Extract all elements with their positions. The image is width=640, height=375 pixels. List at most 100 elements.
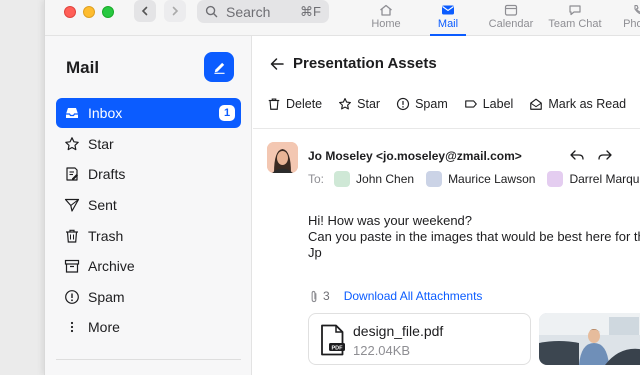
attachments-header: 3 Download All Attachments [308,289,482,303]
recipient-chip[interactable]: Darrel Marquez [547,171,640,187]
tab-team-chat-label: Team Chat [548,18,602,30]
drafts-icon [66,167,78,181]
pencil-icon [213,62,225,74]
file-size: 122.04KB [353,343,411,358]
message-toolbar: Delete Star Spam Label Mark as Read ••• [267,96,640,112]
attachment-image-thumbnail[interactable] [539,313,640,365]
spam-label: Spam [415,97,448,111]
recipient-avatar [547,171,564,187]
trash-icon [66,229,78,243]
star-icon [65,137,79,151]
search-input[interactable]: Search ⌘F [197,0,329,23]
tab-mail-label: Mail [437,18,459,30]
sidebar-item-spam[interactable]: Spam [56,282,241,312]
to-label: To: [308,172,325,186]
recipient-avatar [334,171,351,187]
body-line: Jp [308,245,322,260]
archive-icon [64,259,80,273]
paperclip-icon [311,290,317,302]
star-icon [339,98,352,110]
forward-icon[interactable] [597,148,613,162]
spam-button[interactable]: Spam [396,97,448,111]
forward-button[interactable] [164,0,186,22]
label-button[interactable]: Label [464,97,513,111]
mark-as-read-button[interactable]: Mark as Read [529,97,626,111]
inbox-icon [66,108,78,118]
mark-as-read-label: Mark as Read [548,97,627,111]
sidebar-item-label: Spam [88,289,125,305]
sidebar-item-drafts[interactable]: Drafts [56,159,241,189]
delete-label: Delete [286,97,323,111]
tab-team-chat[interactable]: Team Chat [544,0,606,30]
unread-badge: 1 [219,105,235,121]
recipient-name: Maurice Lawson [448,172,536,186]
body-line: Can you paste in the images that would b… [308,229,640,244]
back-button[interactable] [134,0,156,22]
recipient-avatar [426,171,443,187]
more-vertical-icon [70,321,74,333]
tab-calendar[interactable]: Calendar [485,0,537,30]
download-all-link[interactable]: Download All Attachments [344,289,483,303]
sidebar-item-label: Archive [88,258,135,274]
search-placeholder: Search [226,3,271,20]
search-shortcut: ⌘F [300,3,321,19]
reply-icon[interactable] [569,148,585,162]
tab-phone[interactable]: Phone [619,0,640,30]
sidebar-item-more[interactable]: More [56,312,241,342]
sidebar-divider [56,359,241,360]
sidebar-item-label: Drafts [88,166,126,182]
sender-address: Jo Moseley <jo.moseley@zmail.com> [308,149,522,163]
attachment-file-card[interactable]: PDF design_file.pdf 122.04KB [308,313,531,365]
message-subject: Presentation Assets [293,55,437,72]
photo-thumbnail [539,313,640,365]
sender-avatar [267,142,298,173]
calendar-icon [504,4,518,16]
delete-button[interactable]: Delete [267,97,322,111]
compose-button[interactable] [204,52,234,82]
toolbar-divider [253,128,640,129]
chevron-left-icon [141,6,148,16]
minimize-window-button[interactable] [83,6,95,18]
title-bar: Search ⌘F Home Mail Calendar Team Chat P… [45,0,640,36]
sidebar-item-trash[interactable]: Trash [56,221,241,251]
chat-icon [569,5,581,16]
person-photo [267,142,298,173]
star-button[interactable]: Star [338,97,380,111]
arrow-left-icon[interactable] [269,57,285,71]
sidebar-item-label: Inbox [88,105,123,121]
recipient-name: John Chen [356,172,415,186]
message-body: Hi! How was your weekend? Can you paste … [308,213,640,261]
recipients-row: To: John Chen Maurice Lawson Darrel Marq… [308,171,640,187]
chevron-right-icon [172,6,179,16]
file-name: design_file.pdf [353,323,444,339]
pdf-file-icon: PDF [321,324,345,356]
phone-icon [634,4,640,15]
sidebar-item-star[interactable]: Star [56,129,241,159]
search-icon [205,5,218,18]
mark-read-icon [530,98,543,110]
recipient-chip[interactable]: John Chen [334,171,414,187]
trash-icon [268,98,280,110]
sidebar: Mail Inbox 1 Star Drafts Sent Trash Arch… [45,36,252,375]
sidebar-item-sent[interactable]: Sent [56,190,241,220]
body-line: Hi! How was your weekend? [308,213,473,228]
pdf-badge: PDF [332,345,344,351]
spam-icon [396,97,410,111]
tab-mail[interactable]: Mail [430,0,466,30]
label-icon [464,100,477,108]
sidebar-item-label: Trash [88,228,124,244]
recipient-name: Darrel Marquez [569,172,640,186]
recipient-chip[interactable]: Maurice Lawson [426,171,535,187]
zoom-window-button[interactable] [102,6,114,18]
sidebar-item-archive[interactable]: Archive [56,251,241,281]
close-window-button[interactable] [64,6,76,18]
tab-home-label: Home [371,18,401,30]
mail-icon [442,5,454,15]
sidebar-item-inbox[interactable]: Inbox 1 [56,98,241,128]
tab-calendar-label: Calendar [488,18,534,30]
spam-icon [65,290,79,304]
sent-icon [64,198,80,212]
home-icon [380,4,392,16]
sidebar-item-label: Star [88,136,114,152]
tab-home[interactable]: Home [368,0,404,30]
